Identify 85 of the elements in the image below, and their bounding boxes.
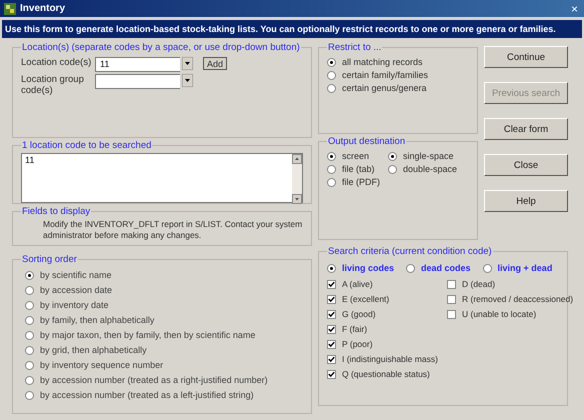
option-label[interactable]: P (poor) xyxy=(342,339,373,349)
option-label[interactable]: living + dead xyxy=(498,263,552,273)
radio-button[interactable] xyxy=(327,70,336,80)
add-button[interactable]: Add xyxy=(203,57,228,70)
checkbox[interactable] xyxy=(327,280,336,288)
dialog-button[interactable]: Close xyxy=(484,154,568,176)
scrollbar[interactable] xyxy=(292,154,302,204)
radio-button[interactable] xyxy=(25,360,34,370)
field-label: Location code(s) xyxy=(21,57,92,68)
group-title: Location(s) (separate codes by a space, or use drop-down button) xyxy=(21,42,301,53)
option-label[interactable]: by family, then alphabetically xyxy=(40,315,154,325)
option-label[interactable]: by major taxon, then by family, then by scientific name xyxy=(40,330,256,340)
option-label[interactable]: I (indistinguishable mass) xyxy=(342,354,438,364)
option-label[interactable]: Q (questionable status) xyxy=(342,369,430,379)
dialog-button[interactable]: Help xyxy=(484,190,568,212)
option-label[interactable]: certain family/families xyxy=(342,70,428,80)
radio-button[interactable] xyxy=(25,390,34,400)
option-label[interactable]: double-space xyxy=(403,164,458,174)
radio-button[interactable] xyxy=(25,346,34,354)
option-label[interactable]: by grid, then alphabetically xyxy=(40,345,147,355)
note-text: Modify the INVENTORY_DFLT report in S/LIST. Contact your system administrator before making any changes. xyxy=(42,219,303,241)
combo-box[interactable]: 11 xyxy=(95,57,180,72)
option-label[interactable]: D (dead) xyxy=(462,279,496,289)
option-label[interactable]: file (tab) xyxy=(342,164,375,174)
group-title: Sorting order xyxy=(21,254,78,265)
option-label[interactable]: R (removed / deaccessioned) xyxy=(462,294,574,304)
option-label[interactable]: by accession number (treated as a left-justified string) xyxy=(40,390,254,400)
checkbox[interactable] xyxy=(327,354,336,364)
radio-button[interactable] xyxy=(327,164,336,174)
checkbox[interactable] xyxy=(447,294,456,304)
radio-button[interactable] xyxy=(406,264,416,272)
option-label[interactable]: living codes xyxy=(342,263,394,273)
option-label[interactable]: E (excellent) xyxy=(342,294,390,304)
dropdown-arrow-icon[interactable] xyxy=(182,57,193,70)
option-label[interactable]: by inventory sequence number xyxy=(40,360,164,370)
option-label[interactable]: by accession date xyxy=(40,285,112,295)
checkbox[interactable] xyxy=(447,280,456,288)
app-icon xyxy=(4,2,16,14)
checkbox[interactable] xyxy=(327,324,336,334)
option-label[interactable]: by scientific name xyxy=(40,270,112,280)
radio-button[interactable] xyxy=(25,286,34,294)
combo-box[interactable] xyxy=(95,74,180,89)
option-label[interactable]: screen xyxy=(342,151,370,161)
dialog-button[interactable]: Continue xyxy=(484,46,568,68)
radio-button[interactable] xyxy=(25,300,34,310)
group-title: Restrict to ... xyxy=(327,42,382,53)
radio-button[interactable] xyxy=(327,264,336,272)
option-label[interactable]: F (fair) xyxy=(342,324,368,334)
checkbox[interactable] xyxy=(327,294,336,304)
group-title: Fields to display xyxy=(21,206,92,217)
radio-button[interactable] xyxy=(327,178,336,186)
option-label[interactable]: U (unable to locate) xyxy=(462,309,536,319)
option-label[interactable]: G (good) xyxy=(342,309,376,319)
checkbox[interactable] xyxy=(327,310,336,318)
radio-button[interactable] xyxy=(388,152,397,160)
option-label[interactable]: certain genus/genera xyxy=(342,83,427,93)
window-title: Inventory xyxy=(20,3,66,14)
close-button[interactable]: × xyxy=(568,2,580,14)
checkbox[interactable] xyxy=(327,340,336,348)
option-label[interactable]: A (alive) xyxy=(342,279,373,289)
option-label[interactable]: single-space xyxy=(403,151,454,161)
info-banner: Use this form to generate location-based stock-taking lists. You can optionally restrict records to one or more genera or families. xyxy=(2,20,582,38)
option-label[interactable]: dead codes xyxy=(421,263,471,273)
group-title: Search criteria (current condition code) xyxy=(327,246,493,257)
group-title: Output destination xyxy=(327,136,406,147)
option-label[interactable]: file (PDF) xyxy=(342,177,380,187)
option-label[interactable]: by accession number (treated as a right-justified number) xyxy=(40,375,268,385)
option-label[interactable]: all matching records xyxy=(342,57,423,67)
dropdown-arrow-icon[interactable] xyxy=(182,74,193,87)
radio-button[interactable] xyxy=(482,264,492,272)
checkbox[interactable] xyxy=(447,310,456,318)
field-label: Location group code(s) xyxy=(21,74,85,96)
radio-button[interactable] xyxy=(327,84,336,92)
option-label[interactable]: by inventory date xyxy=(40,300,109,310)
radio-button[interactable] xyxy=(327,152,336,160)
radio-button[interactable] xyxy=(25,270,34,280)
dialog-button[interactable]: Clear form xyxy=(484,118,568,140)
radio-button[interactable] xyxy=(25,376,34,384)
radio-button[interactable] xyxy=(388,164,397,174)
radio-button[interactable] xyxy=(327,58,336,66)
checkbox[interactable] xyxy=(327,370,336,378)
group-title: 1 location code to be searched xyxy=(21,140,152,151)
text-area[interactable]: 11 xyxy=(21,153,303,203)
radio-button[interactable] xyxy=(25,330,34,340)
radio-button[interactable] xyxy=(25,316,34,324)
